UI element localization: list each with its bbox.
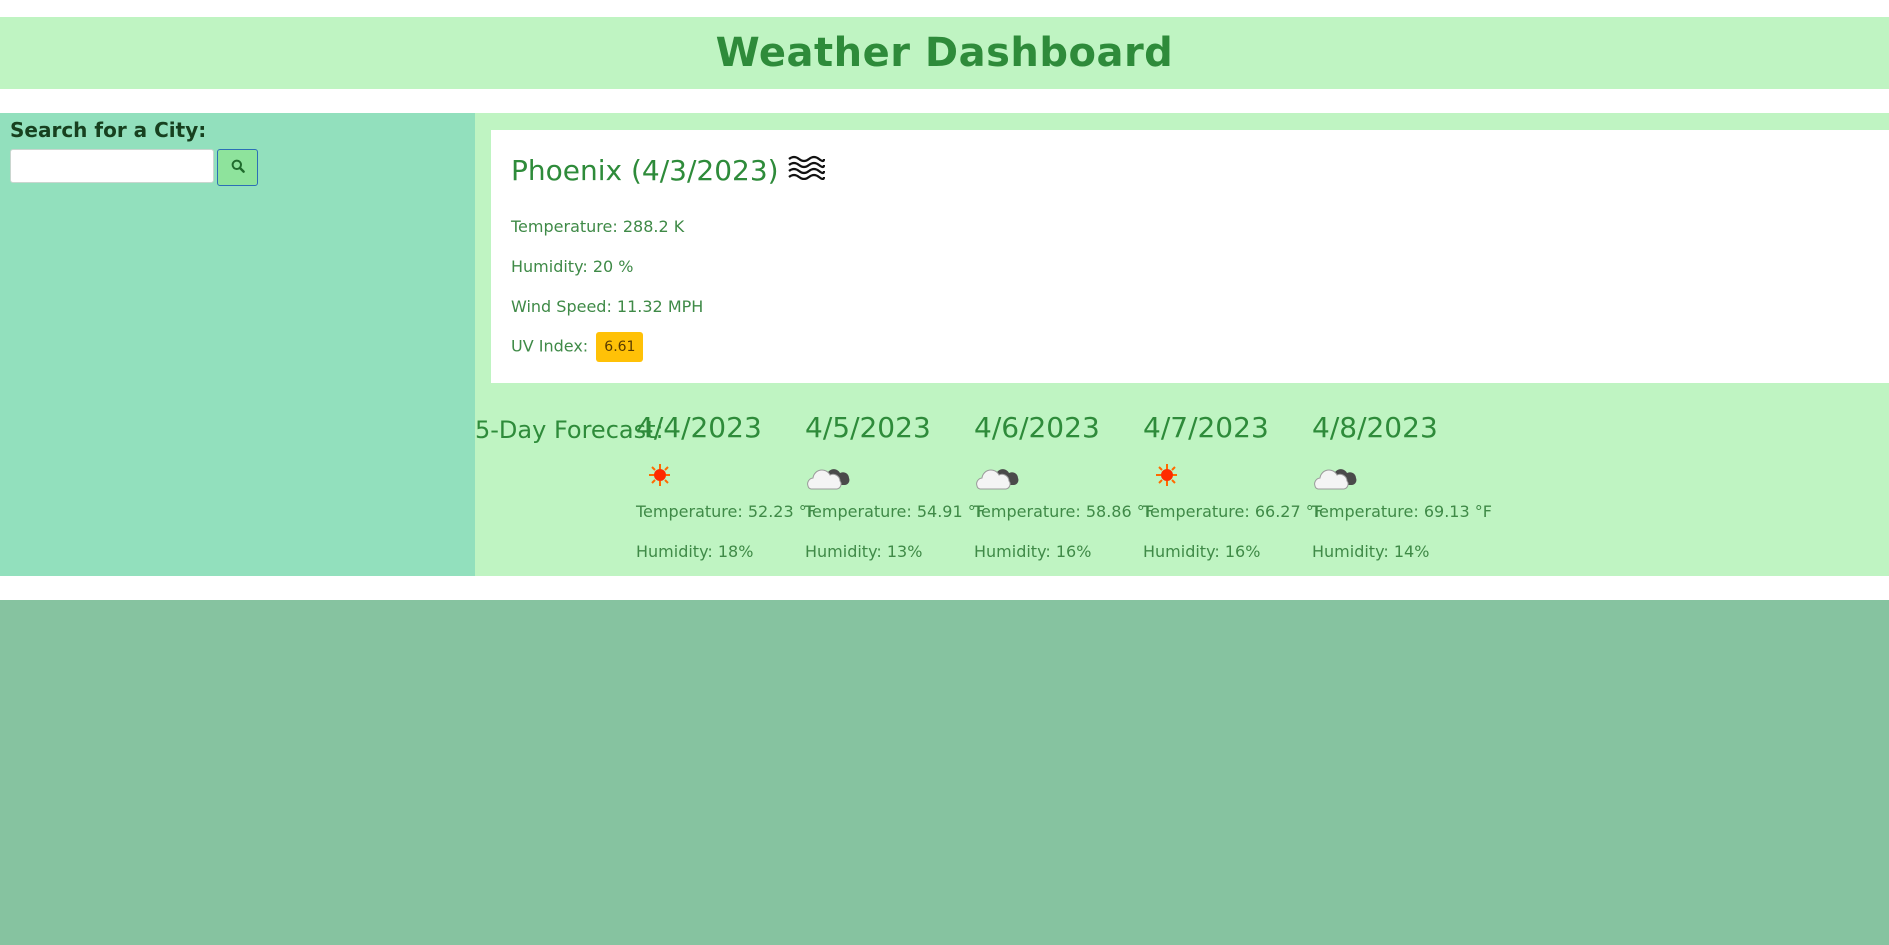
current-temperature: Temperature: 288.2 K: [511, 217, 685, 236]
forecast-day-card: 4/6/2023 Temperature: 58.86 °F Humidity:…: [974, 410, 1154, 561]
search-button[interactable]: [217, 149, 258, 186]
sun-icon: [1143, 460, 1313, 490]
cloud-icon: [974, 460, 1144, 490]
forecast-date: 4/6/2023: [974, 411, 1100, 444]
search-icon: [231, 159, 245, 176]
current-wind-speed: Wind Speed: 11.32 MPH: [511, 297, 704, 316]
current-weather-card: Phoenix (4/3/2023) Temperature: 288.2 K …: [491, 130, 1889, 383]
sun-icon: [636, 460, 806, 490]
current-city-title: Phoenix (4/3/2023): [511, 154, 825, 187]
forecast-humidity: Humidity: 16%: [1143, 542, 1261, 561]
page-title: Weather Dashboard: [715, 30, 1174, 76]
city-search-input[interactable]: [10, 149, 214, 183]
uv-index-label: UV Index:: [511, 336, 589, 356]
forecast-temperature: Temperature: 54.91 °F: [805, 502, 985, 521]
city-date-label: Phoenix (4/3/2023): [511, 154, 779, 187]
forecast-day-card: 4/7/2023 Temperature: 66.27 °F Humidity:…: [1143, 410, 1323, 561]
forecast-temperature: Temperature: 69.13 °F: [1312, 502, 1492, 521]
forecast-humidity: Humidity: 18%: [636, 542, 754, 561]
page-header: Weather Dashboard: [0, 17, 1889, 89]
forecast-day-card: 4/4/2023 Temperature: 52.23 °F Humidity:…: [636, 410, 816, 561]
cloud-icon: [1312, 460, 1482, 490]
forecast-date: 4/8/2023: [1312, 411, 1438, 444]
search-sidebar: Search for a City:: [0, 113, 475, 576]
uv-index-badge: 6.61: [596, 332, 644, 362]
uv-index-row: UV Index: 6.61: [511, 332, 644, 362]
forecast-day-card: 4/8/2023 Temperature: 69.13 °F Humidity:…: [1312, 410, 1492, 561]
main-panel: Phoenix (4/3/2023) Temperature: 288.2 K …: [475, 113, 1889, 576]
forecast-temperature: Temperature: 58.86 °F: [974, 502, 1154, 521]
forecast-temperature: Temperature: 52.23 °F: [636, 502, 816, 521]
forecast-humidity: Humidity: 16%: [974, 542, 1092, 561]
forecast-date: 4/4/2023: [636, 411, 762, 444]
cloud-icon: [805, 460, 975, 490]
forecast-humidity: Humidity: 14%: [1312, 542, 1430, 561]
mist-icon: [787, 154, 825, 187]
current-humidity: Humidity: 20 %: [511, 257, 634, 276]
forecast-temperature: Temperature: 66.27 °F: [1143, 502, 1323, 521]
forecast-humidity: Humidity: 13%: [805, 542, 923, 561]
forecast-date: 4/7/2023: [1143, 411, 1269, 444]
page-footer-band: [0, 600, 1889, 945]
forecast-day-card: 4/5/2023 Temperature: 54.91 °F Humidity:…: [805, 410, 985, 561]
search-label: Search for a City:: [10, 118, 207, 142]
forecast-date: 4/5/2023: [805, 411, 931, 444]
